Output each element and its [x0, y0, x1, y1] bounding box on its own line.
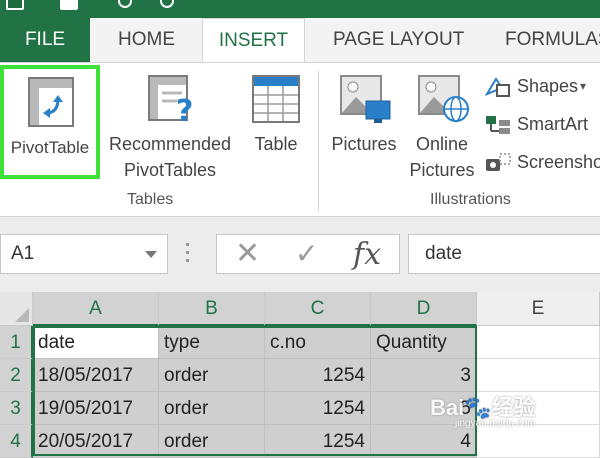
shapes-dropdown-icon[interactable]: ▾: [580, 71, 586, 101]
pictures-icon: [340, 75, 391, 123]
cell-b3[interactable]: order: [159, 392, 265, 425]
tab-formulas[interactable]: FORMULAS: [505, 18, 600, 62]
cell-c4[interactable]: 1254: [265, 425, 371, 458]
cell-a2[interactable]: 18/05/2017: [33, 359, 159, 392]
row-header-2[interactable]: 2: [0, 359, 33, 392]
row-header-1[interactable]: 1: [0, 326, 33, 359]
column-header-d[interactable]: D: [371, 292, 477, 326]
enter-icon[interactable]: ✓: [295, 239, 318, 269]
online-pictures-icon: [418, 75, 469, 122]
name-box-dropdown-icon[interactable]: [145, 251, 157, 258]
cell-a1[interactable]: date: [33, 326, 159, 359]
screenshot-icon: [486, 153, 511, 171]
undo-icon[interactable]: [118, 0, 132, 8]
cell-a3[interactable]: 19/05/2017: [33, 392, 159, 425]
recommended-label-line1: Recommended: [108, 134, 232, 154]
group-divider: [318, 71, 319, 211]
excel-logo-icon: [6, 0, 24, 10]
table-button[interactable]: Table: [248, 69, 304, 159]
column-header-a[interactable]: A: [33, 292, 159, 326]
cell-d2[interactable]: 3: [371, 359, 477, 392]
column-header-e[interactable]: E: [477, 292, 600, 326]
online-pictures-label-line1: Online: [415, 134, 469, 154]
cell-c3[interactable]: 1254: [265, 392, 371, 425]
shapes-label: Shapes: [517, 76, 579, 96]
tables-group-label: Tables: [127, 191, 174, 208]
formula-controls: ✕ ✓ fx: [216, 234, 400, 274]
cell-a4[interactable]: 20/05/2017: [33, 425, 159, 458]
tab-home[interactable]: HOME: [118, 18, 175, 62]
row-header-4[interactable]: 4: [0, 425, 33, 458]
screenshot-button[interactable]: Screensho: [484, 147, 600, 177]
cell-e2[interactable]: [477, 359, 600, 392]
online-pictures-label-line2: Pictures: [409, 160, 475, 180]
table-label: Table: [254, 134, 298, 154]
column-header-b[interactable]: B: [159, 292, 265, 326]
shapes-icon: [484, 77, 510, 97]
tab-insert[interactable]: INSERT: [202, 18, 305, 63]
table-icon: [252, 75, 300, 123]
pivot-table-button[interactable]: PivotTable: [0, 65, 100, 179]
smartart-icon: [486, 116, 510, 134]
cell-e1[interactable]: [477, 326, 600, 359]
cell-b2[interactable]: order: [159, 359, 265, 392]
row-header-3[interactable]: 3: [0, 392, 33, 425]
cell-c2[interactable]: 1254: [265, 359, 371, 392]
shapes-button[interactable]: Shapes ▾: [484, 71, 600, 101]
insert-ribbon: PivotTable ? Recommended PivotTables Tab…: [0, 62, 600, 217]
smartart-button[interactable]: SmartArt: [484, 109, 600, 139]
watermark: Bai🐾经验 jingyan.baidu.com: [430, 390, 536, 429]
cell-b4[interactable]: order: [159, 425, 265, 458]
insert-function-button[interactable]: fx: [353, 237, 381, 272]
cell-b1[interactable]: type: [159, 326, 265, 359]
cell-d1[interactable]: Quantity: [371, 326, 477, 359]
screenshot-label: Screensho: [517, 152, 600, 172]
ribbon-tab-bar: FILE HOME INSERT PAGE LAYOUT FORMULAS: [0, 18, 600, 63]
tab-file[interactable]: FILE: [0, 18, 90, 62]
cancel-icon[interactable]: ✕: [235, 239, 260, 269]
formula-input[interactable]: date: [408, 234, 600, 274]
pivot-table-label: PivotTable: [10, 138, 90, 157]
svg-text:?: ?: [176, 94, 193, 125]
name-box-value: A1: [11, 243, 35, 264]
formula-bar-area: A1 ✕ ✓ fx date: [0, 217, 600, 292]
formula-bar-grip-icon[interactable]: [186, 243, 190, 267]
recommended-pivot-icon: ?: [148, 75, 193, 125]
select-all-button[interactable]: [0, 292, 33, 326]
illustrations-group-label: Illustrations: [430, 191, 511, 208]
pictures-button[interactable]: Pictures: [326, 69, 402, 159]
recommended-label-line2: PivotTables: [123, 160, 217, 180]
smartart-label: SmartArt: [517, 114, 589, 134]
cell-c1[interactable]: c.no: [265, 326, 371, 359]
pivot-table-icon: [28, 77, 74, 127]
cell-e4[interactable]: [477, 425, 600, 458]
column-header-c[interactable]: C: [265, 292, 371, 326]
cell-d4[interactable]: 4: [371, 425, 477, 458]
save-icon[interactable]: [60, 0, 78, 10]
recommended-pivottables-button[interactable]: ? Recommended PivotTables: [102, 69, 238, 189]
watermark-brand: Bai🐾经验: [430, 395, 536, 420]
pictures-label: Pictures: [331, 134, 397, 154]
redo-icon[interactable]: [160, 0, 174, 8]
name-box[interactable]: A1: [0, 234, 168, 274]
online-pictures-button[interactable]: Online Pictures: [404, 69, 480, 189]
quick-access-toolbar: [0, 0, 600, 18]
tab-page-layout[interactable]: PAGE LAYOUT: [333, 18, 464, 62]
